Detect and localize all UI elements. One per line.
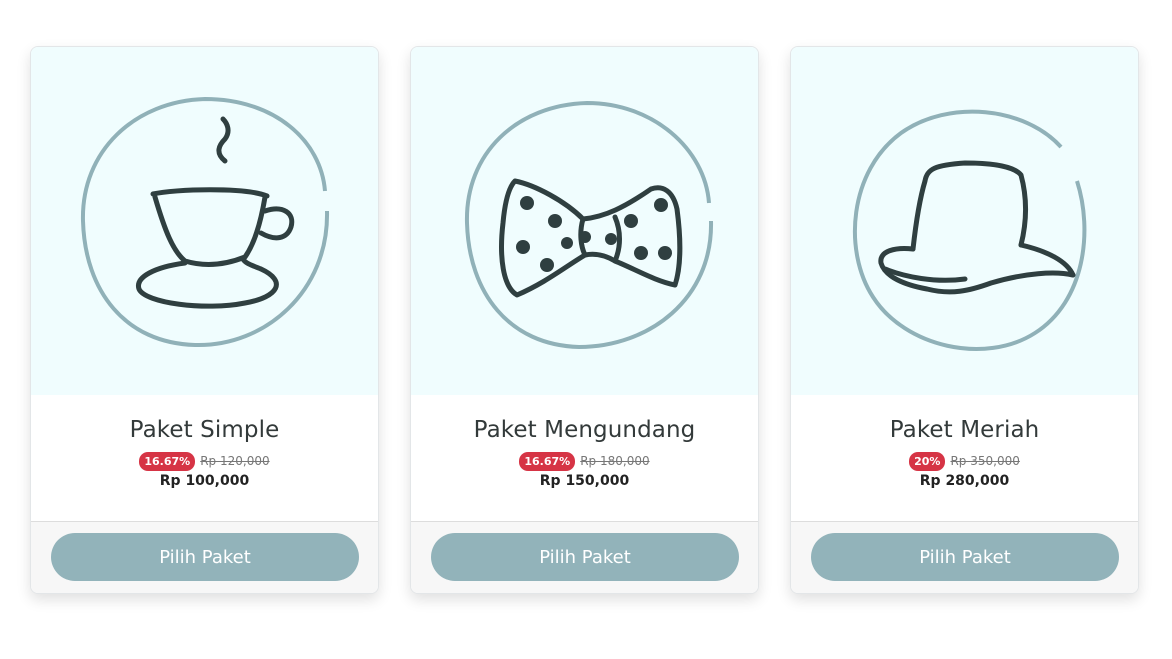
discount-badge: 16.67% xyxy=(519,452,576,471)
package-card-simple: Paket Simple 16.67% Rp 120,000 Rp 100,00… xyxy=(30,46,379,594)
bowtie-icon xyxy=(464,100,713,350)
package-title: Paket Meriah xyxy=(889,417,1040,443)
discount-badge: 16.67% xyxy=(139,452,196,471)
package-title: Paket Mengundang xyxy=(473,417,696,443)
teacup-icon xyxy=(80,96,329,348)
pricing-section: Paket Simple 16.67% Rp 120,000 Rp 100,00… xyxy=(0,0,1172,659)
discount-badge: 20% xyxy=(909,452,946,471)
original-price: Rp 350,000 xyxy=(950,454,1020,468)
choose-package-button[interactable]: Pilih Paket xyxy=(811,533,1119,581)
original-price: Rp 180,000 xyxy=(580,454,650,468)
original-price: Rp 120,000 xyxy=(200,454,270,468)
package-illustration xyxy=(411,47,758,395)
package-card-mengundang: Paket Mengundang 16.67% Rp 180,000 Rp 15… xyxy=(410,46,759,594)
package-price: Rp 100,000 xyxy=(159,473,250,489)
package-price: Rp 150,000 xyxy=(539,473,630,489)
package-price: Rp 280,000 xyxy=(919,473,1010,489)
choose-package-button[interactable]: Pilih Paket xyxy=(431,533,739,581)
package-illustration xyxy=(31,47,378,395)
package-title: Paket Simple xyxy=(129,417,280,443)
choose-package-button[interactable]: Pilih Paket xyxy=(51,533,359,581)
package-card-meriah: Paket Meriah 20% Rp 350,000 Rp 280,000 P… xyxy=(790,46,1139,594)
package-illustration xyxy=(791,47,1138,395)
hat-icon xyxy=(852,109,1086,351)
